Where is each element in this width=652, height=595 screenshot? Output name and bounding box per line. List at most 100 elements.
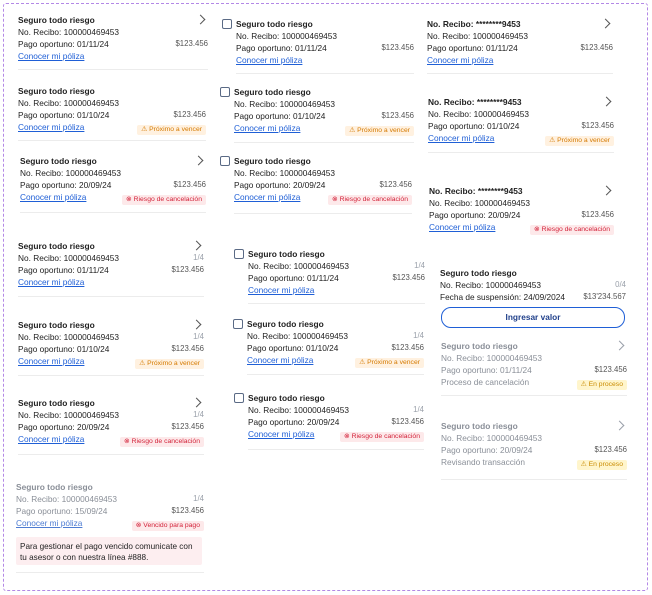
receipt-number: No. Recibo: 100000469453 <box>428 109 530 119</box>
amount: $123.456 <box>580 43 613 52</box>
policy-link[interactable]: Conocer mi póliza <box>18 356 84 366</box>
policy-link[interactable]: Conocer mi póliza <box>18 51 84 61</box>
policy-card-processing[interactable]: Seguro todo riesgo No. Recibo: 100000469… <box>441 420 627 480</box>
policy-card[interactable]: Seguro todo riesgo No. Recibo: 100000469… <box>18 319 204 376</box>
policy-link[interactable]: Conocer mi póliza <box>248 285 314 295</box>
installment-fraction: 1/4 <box>413 331 424 340</box>
policy-card[interactable]: No. Recibo: ********9453 No. Recibo: 100… <box>428 96 614 153</box>
policy-link[interactable]: Conocer mi póliza <box>234 192 300 202</box>
amount: $123.456 <box>171 344 204 353</box>
payment-date: Pago oportuno: 01/11/24 <box>248 273 339 283</box>
divider <box>248 303 425 304</box>
policy-card-selectable[interactable]: Seguro todo riesgo No. Recibo: 100000469… <box>234 392 424 450</box>
divider <box>441 479 627 480</box>
policy-link[interactable]: Conocer mi póliza <box>18 434 84 444</box>
receipt-title: No. Recibo: ********9453 <box>429 186 523 196</box>
select-checkbox[interactable] <box>234 393 244 403</box>
amount: $123.456 <box>381 111 414 120</box>
policy-card-selectable[interactable]: Seguro todo riesgo No. Recibo: 100000469… <box>220 155 412 214</box>
policy-link[interactable]: Conocer mi póliza <box>427 55 493 65</box>
divider <box>236 73 414 74</box>
card-title: Seguro todo riesgo <box>248 249 325 259</box>
policy-link[interactable]: Conocer mi póliza <box>428 133 494 143</box>
payment-date: Pago oportuno: 20/09/24 <box>234 180 326 190</box>
divider <box>234 213 412 214</box>
policy-link[interactable]: Conocer mi póliza <box>247 355 313 365</box>
suspension-date: Fecha de suspensión: 24/09/2024 <box>440 292 566 302</box>
policy-link[interactable]: Conocer mi póliza <box>18 122 84 132</box>
select-checkbox[interactable] <box>234 249 244 259</box>
amount: $123.456 <box>175 39 208 48</box>
policy-card[interactable]: Seguro todo riesgo No. Recibo: 100000469… <box>18 240 204 297</box>
policy-card-selectable[interactable]: Seguro todo riesgo No. Recibo: 100000469… <box>222 18 414 74</box>
card-title: Seguro todo riesgo <box>236 19 313 29</box>
select-checkbox[interactable] <box>220 87 230 97</box>
card-title: Seguro todo riesgo <box>234 156 311 166</box>
policy-link[interactable]: Conocer mi póliza <box>16 518 82 528</box>
status-badge-proximo: ⚠ Próximo a vencer <box>545 136 614 146</box>
receipt-number: No. Recibo: 100000469453 <box>20 168 122 178</box>
suspension-card[interactable]: Seguro todo riesgo No. Recibo: 100000469… <box>440 267 626 333</box>
receipt-number: No. Recibo: 100000469453 <box>440 280 542 290</box>
payment-date: Pago oportuno: 20/09/24 <box>441 445 533 455</box>
policy-card[interactable]: Seguro todo riesgo No. Recibo: 100000469… <box>20 155 206 213</box>
payment-date: Pago oportuno: 01/10/24 <box>234 111 326 121</box>
policy-card-overdue[interactable]: Seguro todo riesgo No. Recibo: 100000469… <box>16 481 204 573</box>
policy-card-selectable[interactable]: Seguro todo riesgo No. Recibo: 100000469… <box>220 86 414 143</box>
divider <box>247 374 424 375</box>
policy-card[interactable]: Seguro todo riesgo No. Recibo: 100000469… <box>18 14 208 70</box>
card-title: Seguro todo riesgo <box>18 398 95 408</box>
receipt-number: No. Recibo: 100000469453 <box>234 168 336 178</box>
amount: $123.456 <box>171 422 204 431</box>
payment-date: Pago oportuno: 01/11/24 <box>236 43 327 53</box>
policy-link[interactable]: Conocer mi póliza <box>18 277 84 287</box>
divider <box>234 142 414 143</box>
status-badge-en-proceso: ⚠ En proceso <box>576 460 627 470</box>
receipt-title: No. Recibo: ********9453 <box>427 19 521 29</box>
policy-link[interactable]: Conocer mi póliza <box>236 55 302 65</box>
amount: $123.456 <box>173 110 206 119</box>
status-badge-proximo: ⚠ Próximo a vencer <box>355 358 424 368</box>
status-badge-riesgo: ⊗ Riesgo de cancelación <box>120 437 204 447</box>
status-badge-riesgo: ⊗ Riesgo de cancelación <box>340 432 424 442</box>
policy-card[interactable]: Seguro todo riesgo No. Recibo: 100000469… <box>18 85 206 141</box>
card-title: Seguro todo riesgo <box>441 341 518 351</box>
card-title: Seguro todo riesgo <box>20 156 97 166</box>
policy-link[interactable]: Conocer mi póliza <box>20 192 86 202</box>
policy-card-selectable[interactable]: Seguro todo riesgo No. Recibo: 100000469… <box>233 318 424 375</box>
overdue-note: Para gestionar el pago vencido comunicat… <box>16 537 202 565</box>
receipt-number: No. Recibo: 100000469453 <box>18 27 120 37</box>
status-badge-proximo: ⚠ Próximo a vencer <box>135 359 204 369</box>
card-title: Seguro todo riesgo <box>18 320 95 330</box>
policy-link[interactable]: Conocer mi póliza <box>248 429 314 439</box>
amount: $123.456 <box>391 343 424 352</box>
policy-link[interactable]: Conocer mi póliza <box>234 123 300 133</box>
policy-card[interactable]: Seguro todo riesgo No. Recibo: 100000469… <box>18 397 204 455</box>
receipt-number: No. Recibo: 100000469453 <box>427 31 529 41</box>
receipt-number: No. Recibo: 100000469453 <box>441 433 543 443</box>
policy-link[interactable]: Conocer mi póliza <box>429 222 495 232</box>
select-checkbox[interactable] <box>220 156 230 166</box>
status-badge-vencido: ⊗ Vencido para pago <box>131 521 204 531</box>
card-title: Seguro todo riesgo <box>248 393 325 403</box>
divider <box>18 140 206 141</box>
receipt-number: No. Recibo: 100000469453 <box>18 410 120 420</box>
payment-date: Pago oportuno: 01/11/24 <box>427 43 518 53</box>
enter-value-button[interactable]: Ingresar valor <box>441 307 625 328</box>
installment-fraction: 1/4 <box>193 410 204 419</box>
policy-card[interactable]: No. Recibo: ********9453 No. Recibo: 100… <box>429 185 614 235</box>
select-checkbox[interactable] <box>222 19 232 29</box>
receipt-number: No. Recibo: 100000469453 <box>236 31 338 41</box>
amount: $123.456 <box>381 43 414 52</box>
policy-card[interactable]: No. Recibo: ********9453 No. Recibo: 100… <box>427 18 613 74</box>
policy-card-processing[interactable]: Seguro todo riesgo No. Recibo: 100000469… <box>441 340 627 396</box>
policy-card-selectable[interactable]: Seguro todo riesgo No. Recibo: 100000469… <box>234 248 425 304</box>
amount: $123.456 <box>173 180 206 189</box>
receipt-number: No. Recibo: 100000469453 <box>429 198 531 208</box>
status-badge-riesgo: ⊗ Riesgo de cancelación <box>530 225 614 235</box>
receipt-number: No. Recibo: 100000469453 <box>441 353 543 363</box>
payment-date: Pago oportuno: 01/11/24 <box>18 39 109 49</box>
installment-fraction: 0/4 <box>615 280 626 289</box>
card-title: Seguro todo riesgo <box>16 482 93 492</box>
select-checkbox[interactable] <box>233 319 243 329</box>
